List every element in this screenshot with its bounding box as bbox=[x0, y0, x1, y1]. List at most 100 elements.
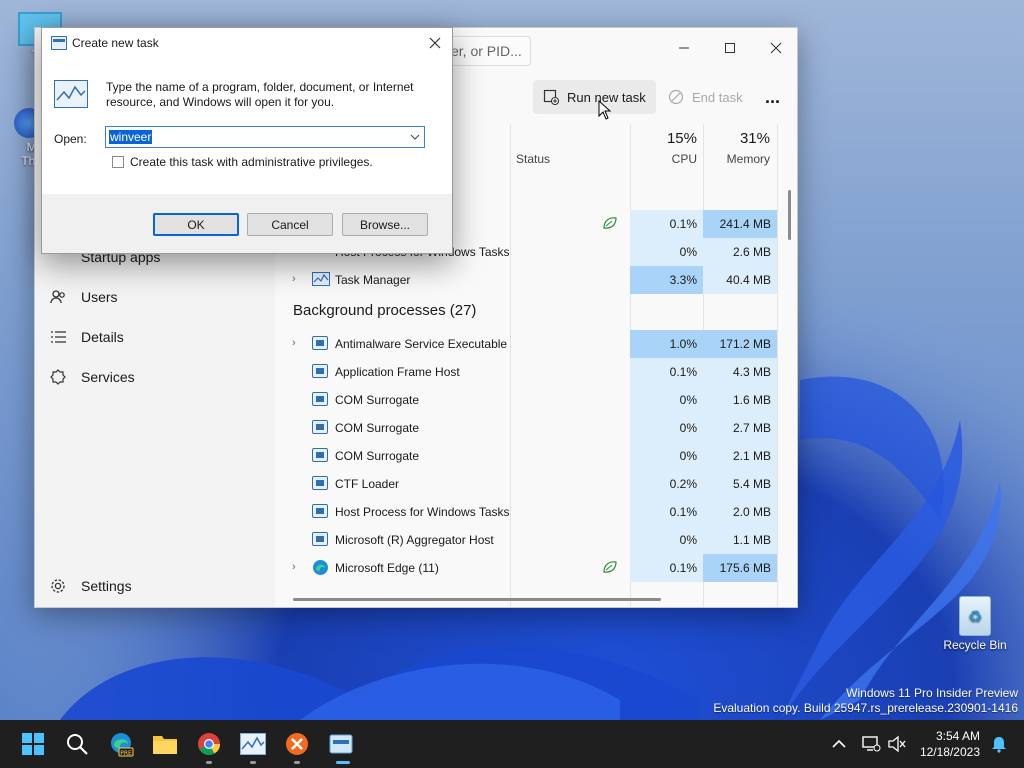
sidebar-item-label: Details bbox=[81, 329, 124, 345]
chevron-right-icon[interactable]: › bbox=[292, 337, 296, 349]
table-row[interactable]: Application Frame Host 0.1% 4.3 MB bbox=[275, 358, 778, 386]
status-column-header[interactable]: Status bbox=[516, 152, 550, 166]
xampp-icon bbox=[286, 733, 308, 755]
chevron-right-icon[interactable]: › bbox=[292, 273, 296, 285]
taskbar-chrome[interactable] bbox=[194, 729, 224, 759]
cpu-cell: 0% bbox=[630, 414, 703, 442]
sidebar-item-label: Services bbox=[81, 369, 135, 385]
running-indicator bbox=[250, 761, 256, 764]
dialog-close-button[interactable] bbox=[424, 32, 446, 54]
cpu-cell: 1.0% bbox=[630, 330, 703, 358]
notifications-button[interactable] bbox=[984, 729, 1014, 759]
chevron-up-icon bbox=[832, 739, 846, 748]
end-task-button[interactable]: End task bbox=[658, 80, 753, 114]
memory-cell: 2.6 MB bbox=[703, 238, 777, 266]
table-row[interactable]: › Task Manager 3.3% 40.4 MB bbox=[275, 266, 778, 294]
process-icon bbox=[312, 448, 328, 462]
close-icon bbox=[429, 37, 441, 49]
taskbar-file-explorer[interactable] bbox=[150, 729, 180, 759]
task-manager-icon bbox=[54, 80, 88, 108]
cpu-column-header[interactable]: CPU bbox=[631, 152, 697, 166]
sidebar-item-label: Settings bbox=[81, 578, 132, 594]
vertical-scrollbar[interactable] bbox=[788, 190, 791, 240]
table-row[interactable]: COM Surrogate 0% 1.6 MB bbox=[275, 386, 778, 414]
table-row[interactable]: Host Process for Windows Tasks 0.1% 2.0 … bbox=[275, 498, 778, 526]
open-label: Open: bbox=[54, 132, 87, 146]
end-task-label: End task bbox=[692, 89, 743, 105]
minimize-button[interactable] bbox=[661, 34, 707, 62]
active-indicator bbox=[336, 761, 350, 764]
gear-icon bbox=[51, 579, 65, 593]
process-name: CTF Loader bbox=[335, 477, 400, 491]
process-name: COM Surrogate bbox=[335, 449, 420, 463]
search-button[interactable] bbox=[62, 729, 92, 759]
table-row[interactable]: Microsoft (R) Aggregator Host 0% 1.1 MB bbox=[275, 526, 778, 554]
taskbar-run-dialog[interactable] bbox=[326, 729, 356, 759]
process-name: Microsoft (R) Aggregator Host bbox=[335, 533, 494, 547]
close-icon bbox=[770, 42, 782, 54]
services-icon bbox=[50, 369, 66, 385]
maximize-button[interactable] bbox=[707, 34, 753, 62]
close-button[interactable] bbox=[753, 34, 797, 62]
run-new-task-button[interactable]: Run new task bbox=[533, 80, 656, 114]
start-button[interactable] bbox=[18, 729, 48, 759]
sidebar-item-details[interactable]: Details bbox=[49, 319, 269, 355]
process-name: COM Surrogate bbox=[335, 421, 420, 435]
sidebar-item-services[interactable]: Services bbox=[49, 359, 269, 395]
chevron-down-icon[interactable] bbox=[410, 130, 420, 144]
process-name: Antimalware Service Executable bbox=[335, 337, 508, 351]
end-task-icon bbox=[668, 89, 684, 105]
dialog-titlebar: Create new task bbox=[42, 28, 452, 58]
memory-cell: 4.3 MB bbox=[703, 358, 777, 386]
cpu-cell: 0.1% bbox=[630, 554, 703, 582]
sidebar-item-users[interactable]: Users bbox=[49, 279, 269, 315]
run-dialog-icon bbox=[329, 734, 353, 754]
taskbar-clock[interactable]: 3:54 AM 12/18/2023 bbox=[920, 728, 980, 760]
chevron-right-icon[interactable]: › bbox=[292, 561, 296, 573]
browse-button[interactable]: Browse... bbox=[342, 213, 428, 236]
memory-cell: 175.6 MB bbox=[703, 554, 777, 582]
maximize-icon bbox=[725, 43, 735, 53]
clock-time: 3:54 AM bbox=[935, 729, 980, 743]
cancel-button[interactable]: Cancel bbox=[247, 213, 333, 236]
cpu-cell: 0% bbox=[630, 386, 703, 414]
clock-date: 12/18/2023 bbox=[919, 745, 980, 759]
background-processes-heading: Background processes (27) bbox=[293, 302, 477, 319]
taskbar-edge-beta[interactable]: PRE bbox=[106, 729, 136, 759]
chrome-icon bbox=[198, 733, 220, 755]
taskbar-task-manager[interactable] bbox=[238, 729, 268, 759]
desktop-icon-label: Recycle Bin bbox=[943, 638, 1007, 652]
show-hidden-icons-button[interactable] bbox=[824, 729, 854, 759]
windows-watermark-line1: Windows 11 Pro Insider Preview bbox=[846, 686, 1018, 700]
memory-cell: 2.1 MB bbox=[703, 442, 777, 470]
ok-button[interactable]: OK bbox=[153, 213, 239, 236]
table-row[interactable]: › Microsoft Edge (11) 0.1% 175.6 MB bbox=[275, 554, 778, 582]
table-row[interactable]: CTF Loader 0.2% 5.4 MB bbox=[275, 470, 778, 498]
admin-privileges-checkbox[interactable]: Create this task with administrative pri… bbox=[112, 155, 373, 169]
open-input-value[interactable]: winveer bbox=[109, 130, 153, 144]
table-row[interactable]: COM Surrogate 0% 2.1 MB bbox=[275, 442, 778, 470]
memory-cell: 1.6 MB bbox=[703, 386, 777, 414]
svg-text:PRE: PRE bbox=[120, 750, 132, 757]
cpu-cell: 0% bbox=[630, 526, 703, 554]
volume-button[interactable] bbox=[882, 729, 912, 759]
taskbar-xampp[interactable] bbox=[282, 729, 312, 759]
minimize-icon bbox=[679, 47, 689, 49]
efficiency-mode-icon bbox=[603, 217, 617, 229]
table-row[interactable]: › Antimalware Service Executable 1.0% 17… bbox=[275, 330, 778, 358]
details-icon bbox=[51, 331, 66, 343]
more-options-button[interactable]: ... bbox=[755, 80, 790, 114]
checkbox-box[interactable] bbox=[112, 156, 124, 168]
volume-muted-icon bbox=[888, 735, 906, 753]
cpu-cell: 0% bbox=[630, 442, 703, 470]
open-combobox[interactable]: winveer bbox=[105, 126, 425, 148]
horizontal-scrollbar[interactable] bbox=[293, 598, 661, 601]
search-input[interactable]: er, or PID... bbox=[445, 36, 531, 66]
bell-icon bbox=[992, 737, 1006, 753]
memory-column-header[interactable]: Memory bbox=[704, 152, 770, 166]
desktop-icon-recycle-bin[interactable]: ♻ Recycle Bin bbox=[940, 596, 1010, 652]
process-icon bbox=[312, 336, 328, 350]
table-row[interactable]: COM Surrogate 0% 2.7 MB bbox=[275, 414, 778, 442]
cpu-cell: 0.1% bbox=[630, 210, 703, 238]
sidebar-item-settings[interactable]: Settings bbox=[49, 568, 269, 604]
